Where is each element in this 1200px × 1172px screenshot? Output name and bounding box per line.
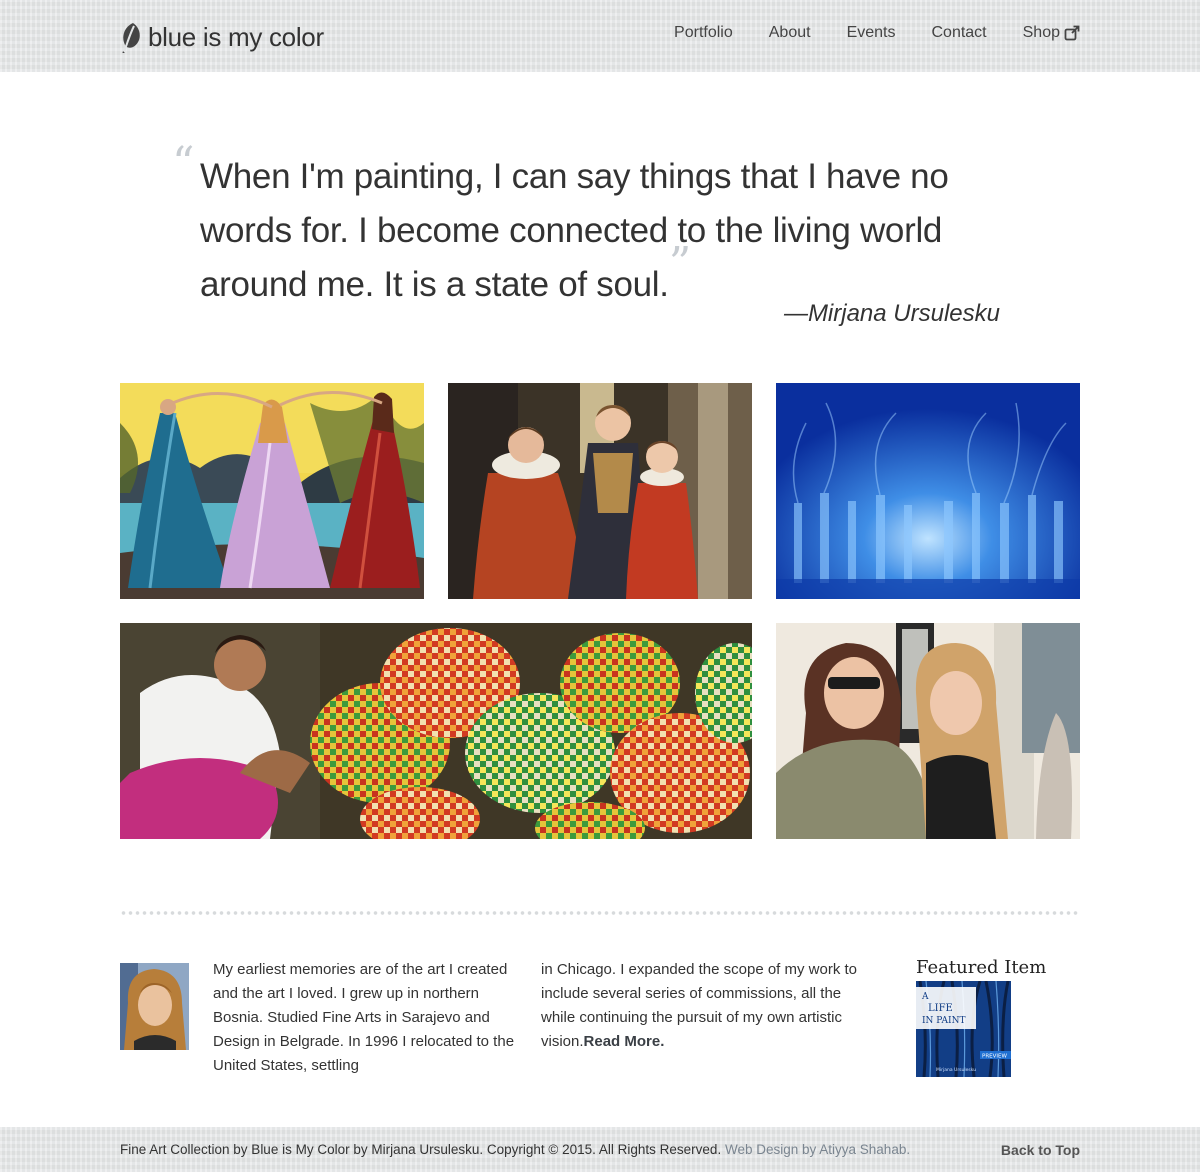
featured-item-book-cover[interactable]: A LIFE IN PAINT PREVIEW Mirjana Ursulesk… [916, 981, 1011, 1077]
book-preview-badge: PREVIEW [982, 1054, 1007, 1060]
nav-about[interactable]: About [769, 24, 811, 42]
footer-copyright-text: Fine Art Collection by Blue is My Color … [120, 1142, 722, 1157]
web-design-credit-link[interactable]: Web Design by Atiyya Shahab. [725, 1142, 910, 1157]
site-logo[interactable]: blue is my color [120, 20, 324, 54]
footer-copyright: Fine Art Collection by Blue is My Color … [120, 1142, 910, 1157]
book-author: Mirjana Ursulesku [936, 1067, 976, 1073]
site-footer: Fine Art Collection by Blue is My Color … [0, 1127, 1200, 1172]
gallery-image-basket-weaver[interactable] [120, 623, 752, 839]
back-to-top-link[interactable]: Back to Top [1001, 1142, 1080, 1158]
quote-author: —Mirjana Ursulesku [783, 300, 1000, 327]
gallery-image-dancing-women[interactable] [120, 383, 424, 599]
nav-events[interactable]: Events [847, 24, 896, 42]
bio-text-column-2: in Chicago. I expanded the scope of my w… [541, 958, 861, 1054]
quote-text: When I'm painting, I can say things that… [200, 150, 1020, 312]
gallery-image-artist-photo[interactable] [776, 623, 1080, 839]
hero-quote: “ When I'm painting, I can say things th… [172, 142, 1020, 312]
nav-contact[interactable]: Contact [931, 24, 986, 42]
site-logo-text: blue is my color [148, 21, 324, 52]
nav-portfolio[interactable]: Portfolio [674, 24, 733, 42]
book-title-line-1: A [921, 992, 929, 1002]
site-header: blue is my color Portfolio About Events … [0, 0, 1200, 72]
gallery-image-children-portrait[interactable] [448, 383, 752, 599]
artist-avatar [120, 963, 189, 1050]
leaf-icon [122, 23, 140, 53]
open-quote-mark: “ [172, 138, 195, 189]
bio-text-column-1: My earliest memories are of the art I cr… [213, 961, 515, 1074]
quote-text-body: When I'm painting, I can say things that… [200, 157, 949, 304]
section-divider [120, 911, 1080, 915]
close-quote-mark: ” [668, 238, 692, 289]
book-title-line-2: LIFE [928, 1003, 953, 1014]
main-nav: Portfolio About Events Contact Shop [674, 24, 1080, 42]
read-more-link[interactable]: Read More. [584, 1033, 665, 1050]
book-title-line-3: IN PAINT [922, 1016, 965, 1026]
featured-item-heading: Featured Item [916, 957, 1047, 978]
nav-shop[interactable]: Shop [1023, 24, 1080, 42]
nav-shop-label: Shop [1022, 24, 1060, 41]
gallery-image-blue-forest[interactable] [776, 383, 1080, 599]
external-link-icon [1064, 25, 1080, 41]
